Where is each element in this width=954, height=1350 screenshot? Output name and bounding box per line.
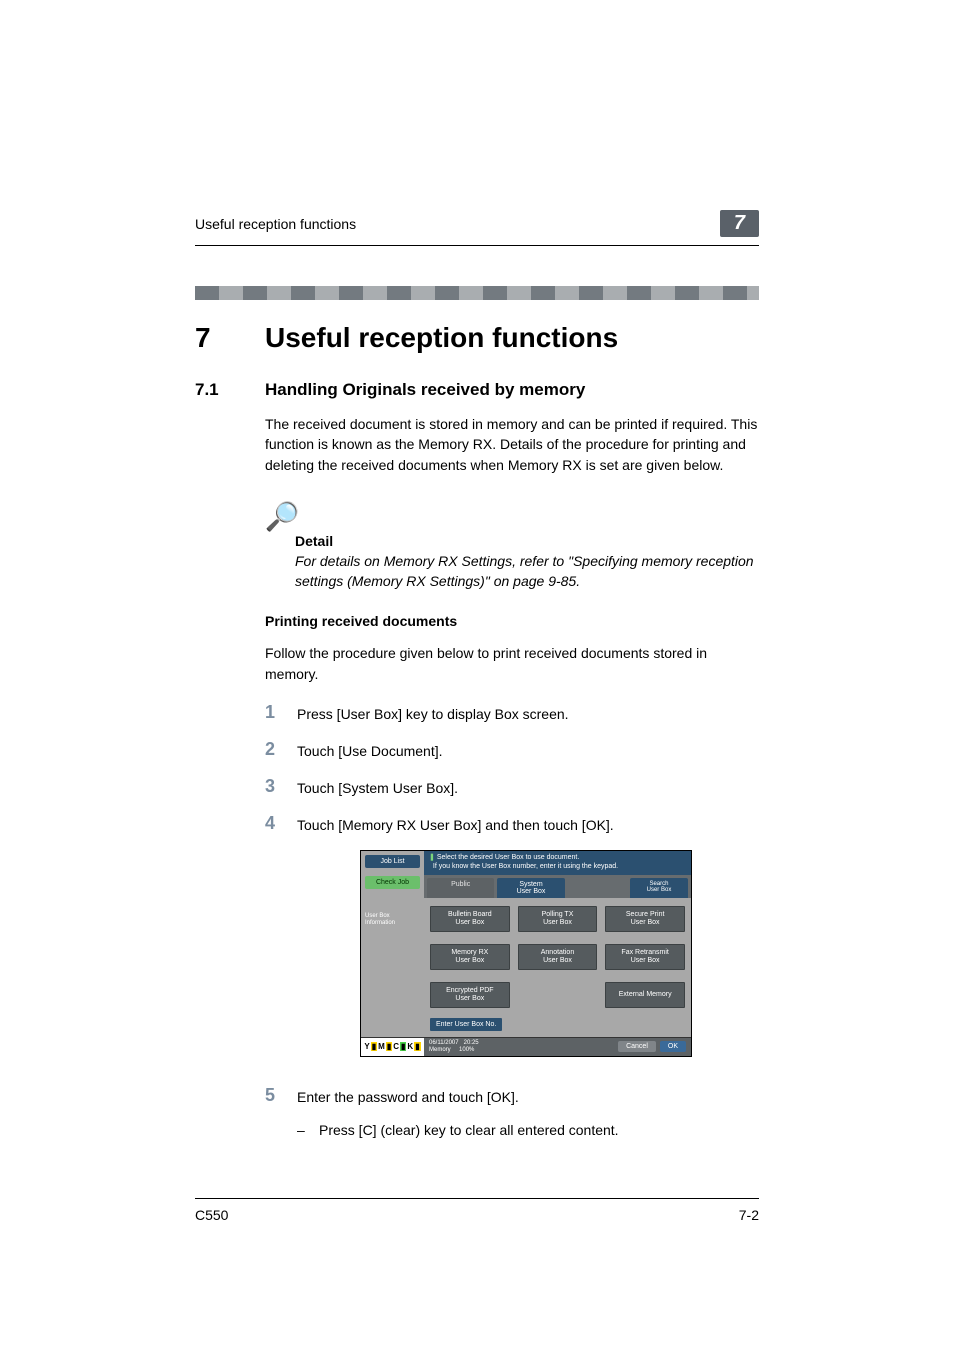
step-text: Touch [Memory RX User Box] and then touc… <box>297 813 614 836</box>
detail-label: Detail <box>295 533 759 549</box>
box-secure-print[interactable]: Secure Print User Box <box>605 906 685 932</box>
h2-title: Handling Originals received by memory <box>265 380 585 400</box>
step-number: 1 <box>265 702 297 724</box>
lead-paragraph: Follow the procedure given below to prin… <box>265 643 759 684</box>
subheading: Printing received documents <box>265 613 759 629</box>
device-screenshot: Job List Check Job User Box Information … <box>360 850 692 1057</box>
step-number: 4 <box>265 813 297 835</box>
job-list-button[interactable]: Job List <box>365 855 420 868</box>
box-bulletin-board[interactable]: Bulletin Board User Box <box>430 906 510 932</box>
h1-number: 7 <box>195 322 265 354</box>
check-job-button[interactable]: Check Job <box>365 876 420 889</box>
footer-page: 7-2 <box>739 1207 759 1223</box>
cancel-button[interactable]: Cancel <box>618 1041 656 1052</box>
step-text: Touch [Use Document]. <box>297 739 443 762</box>
box-polling-tx[interactable]: Polling TX User Box <box>518 906 598 932</box>
tab-public[interactable]: Public <box>427 878 494 898</box>
box-annotation[interactable]: Annotation User Box <box>518 944 598 970</box>
step-text: Enter the password and touch [OK]. <box>297 1085 519 1108</box>
step-text: Touch [System User Box]. <box>297 776 458 799</box>
box-encrypted-pdf[interactable]: Encrypted PDF User Box <box>430 982 510 1008</box>
box-fax-retransmit[interactable]: Fax Retransmit User Box <box>605 944 685 970</box>
step-number: 3 <box>265 776 297 798</box>
bookmark-icon: ❚ <box>429 854 435 861</box>
status-bar-text: 06/11/2007 20:25 Memory 100% <box>424 1040 618 1053</box>
footer-model: C550 <box>195 1207 228 1223</box>
step-sub-bullet: – Press [C] (clear) key to clear all ent… <box>297 1122 759 1138</box>
h1-title: Useful reception functions <box>265 322 618 354</box>
user-box-info-label: User Box Information <box>365 913 420 926</box>
step-number: 5 <box>265 1085 297 1107</box>
toner-status-icon: Y▮M▮C▮K▮ <box>361 1038 424 1056</box>
ok-button[interactable]: OK <box>660 1041 686 1052</box>
box-memory-rx[interactable]: Memory RX User Box <box>430 944 510 970</box>
running-header: Useful reception functions <box>195 216 356 232</box>
tab-search-user-box[interactable]: Search User Box <box>630 878 688 898</box>
detail-text: For details on Memory RX Settings, refer… <box>295 551 759 592</box>
box-external-memory[interactable]: External Memory <box>605 982 685 1008</box>
stripe-divider <box>195 286 759 300</box>
h2-number: 7.1 <box>195 380 265 400</box>
tip-text: ❚Select the desired User Box to use docu… <box>424 851 691 875</box>
enter-user-box-no-button[interactable]: Enter User Box No. <box>430 1018 502 1031</box>
step-number: 2 <box>265 739 297 761</box>
intro-paragraph: The received document is stored in memor… <box>265 414 759 475</box>
chapter-badge: 7 <box>720 210 759 237</box>
magnifier-icon: 🔍 <box>265 503 300 531</box>
step-text: Press [User Box] key to display Box scre… <box>297 702 569 725</box>
tab-system-user-box[interactable]: System User Box <box>497 878 564 898</box>
header-rule <box>195 245 759 246</box>
